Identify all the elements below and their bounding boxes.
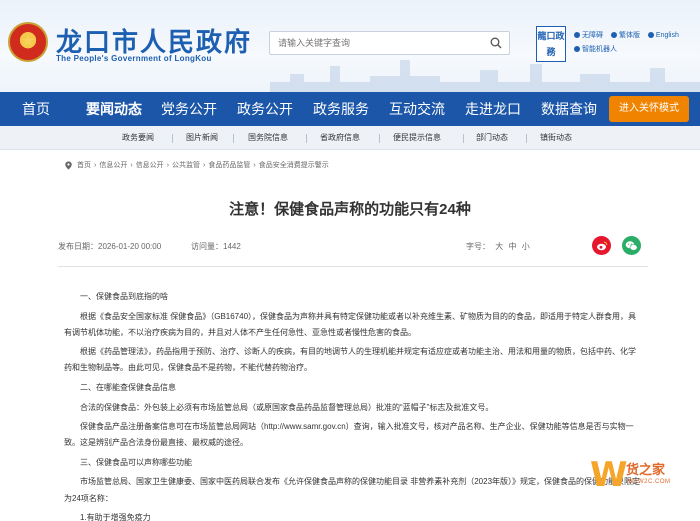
search-input[interactable] — [270, 32, 480, 54]
accessibility-icon — [574, 32, 580, 38]
breadcrumb-link-home[interactable]: 首页 — [77, 160, 91, 170]
watermark-letter: W — [590, 455, 628, 495]
subnav-divider — [172, 134, 173, 143]
breadcrumb-link-info-disclosure[interactable]: 信息公开 — [99, 160, 127, 170]
article-body: 一、保健食品到底指的啥 根据《食品安全国家标准 保健食品》（GB16740），保… — [64, 289, 642, 521]
share-wechat-button[interactable] — [622, 236, 641, 255]
share-weibo-button[interactable] — [592, 236, 611, 255]
site-header: 龙口市人民政府 The People's Government of LongK… — [0, 0, 700, 92]
subnav-item-state-council[interactable]: 国务院信息 — [248, 126, 288, 150]
breadcrumb-link-info-disclosure-2[interactable]: 信息公开 — [136, 160, 164, 170]
utility-links-row-2: 智能机器人 — [574, 44, 623, 54]
subnav-item-department-news[interactable]: 部门动态 — [476, 126, 508, 150]
traditional-chinese-link[interactable]: 繁体版 — [610, 30, 640, 40]
article-paragraph: 二、在哪能查保健食品信息 — [80, 382, 176, 392]
subnav-divider — [526, 134, 527, 143]
font-size-large[interactable]: 大 — [495, 242, 503, 251]
nav-item-home[interactable]: 首页 — [22, 92, 50, 126]
nav-item-government-services[interactable]: 政务服务 — [313, 92, 369, 126]
breadcrumb-separator-icon: › — [166, 161, 170, 169]
subnav-divider — [306, 134, 307, 143]
article-paragraph: 三、保健食品可以声称哪些功能 — [80, 457, 192, 467]
article-title: 注意！保健食品声称的功能只有24种 — [229, 201, 471, 218]
font-size-medium[interactable]: 中 — [508, 242, 516, 251]
robot-icon — [574, 46, 580, 52]
search-button[interactable] — [487, 35, 505, 51]
watermark-url: W1W2C.COM — [628, 479, 671, 485]
wechat-icon — [625, 240, 638, 251]
subnav-divider — [233, 134, 234, 143]
subnav-divider — [463, 134, 464, 143]
article-paragraph: 保健食品产品注册备案信息可在市场监管总局网站（http://www.samr.g… — [64, 422, 634, 448]
visit-count: 访问量：1442 — [191, 242, 241, 251]
breadcrumb-separator-icon: › — [253, 161, 256, 169]
nav-item-news[interactable]: 要闻动态 — [86, 92, 142, 126]
article-paragraph: 市场监管总局、国家卫生健康委、国家中医药局联合发布《允许保健食品声称的保健功能目… — [64, 477, 641, 503]
article-paragraph: 根据《食品安全国家标准 保健食品》（GB16740），保健食品为声称并具有特定保… — [64, 311, 637, 337]
care-mode-button[interactable]: 进入关怀模式 — [609, 96, 689, 122]
subnav-item-photo-news[interactable]: 图片新闻 — [186, 126, 218, 150]
nav-item-about-longkou[interactable]: 走进龙口 — [465, 92, 521, 126]
breadcrumb: 首页 › 信息公开 › 信息公开 › 公共监管 › 食品药品监管 › 食品安全消… — [64, 160, 329, 170]
article-paragraph: 1.有助于增强免疫力 — [80, 513, 151, 521]
article-paragraph: 根据《药品管理法》，药品指用于预防、治疗、诊断人的疾病，有目的地调节人的生理机能… — [64, 347, 636, 373]
font-size-switcher: 字号： 大 中 小 — [466, 242, 530, 251]
search-icon — [490, 37, 502, 49]
breadcrumb-link-public-supervision[interactable]: 公共监管 — [172, 160, 200, 170]
english-icon — [647, 32, 654, 38]
breadcrumb-separator-icon: › — [203, 161, 206, 169]
watermark-text: 货之家 — [626, 462, 666, 477]
breadcrumb-link-food-drug[interactable]: 食品药品监管 — [208, 160, 250, 170]
location-pin-icon — [65, 160, 72, 170]
search-box — [269, 31, 510, 55]
subnav-divider — [379, 134, 380, 143]
sub-nav: 政务要闻 图片新闻 国务院信息 省政府信息 便民提示信息 部门动态 镇街动态 — [0, 126, 700, 150]
article-paragraph: 一、保健食品到底指的啥 — [80, 292, 168, 301]
breadcrumb-link-food-safety-tips[interactable]: 食品安全消费提示警示 — [259, 160, 329, 170]
traditional-chinese-icon — [610, 32, 617, 38]
site-subtitle: The People's Government of LongKou — [56, 54, 212, 63]
weibo-icon — [596, 241, 607, 250]
subnav-item-town-news[interactable]: 镇街动态 — [540, 126, 572, 150]
breadcrumb-separator-icon: › — [94, 161, 97, 169]
nav-item-government-affairs[interactable]: 政务公开 — [237, 92, 293, 126]
utility-links-row-1: 无障碍 繁体版 English — [574, 30, 685, 40]
accessibility-link[interactable]: 无障碍 — [574, 30, 603, 40]
article-paragraph: 合法的保健食品：外包装上必须有市场监管总局（或原国家食品药品监督管理总局）批准的… — [80, 402, 494, 412]
nav-item-interaction[interactable]: 互动交流 — [389, 92, 445, 126]
national-emblem-icon — [8, 22, 48, 62]
english-link[interactable]: English — [647, 32, 679, 39]
robot-assistant-link[interactable]: 智能机器人 — [574, 44, 617, 54]
font-size-small[interactable]: 小 — [522, 242, 530, 251]
subnav-item-public-tips[interactable]: 便民提示信息 — [393, 126, 441, 150]
breadcrumb-separator-icon: › — [130, 161, 133, 169]
government-seal-logo: 龍口政務 — [536, 26, 566, 62]
nav-item-data-query[interactable]: 数据查询 — [541, 92, 597, 126]
article-meta: 发布日期：2026-01-20 00:00 访问量：1442 字号： 大 中 小 — [58, 239, 648, 255]
main-nav: 首页 要闻动态 党务公开 政务公开 政务服务 互动交流 走进龙口 数据查询 进入… — [0, 92, 700, 126]
subnav-item-provincial[interactable]: 省政府信息 — [320, 126, 360, 150]
city-skyline-decoration — [270, 60, 700, 92]
meta-divider — [58, 266, 648, 267]
publish-date: 发布日期：2026-01-20 00:00 — [58, 242, 162, 251]
watermark-logo: W 货之家 W1W2C.COM — [590, 449, 694, 499]
subnav-item-government-news[interactable]: 政务要闻 — [122, 126, 154, 150]
nav-item-party-affairs[interactable]: 党务公开 — [161, 92, 217, 126]
